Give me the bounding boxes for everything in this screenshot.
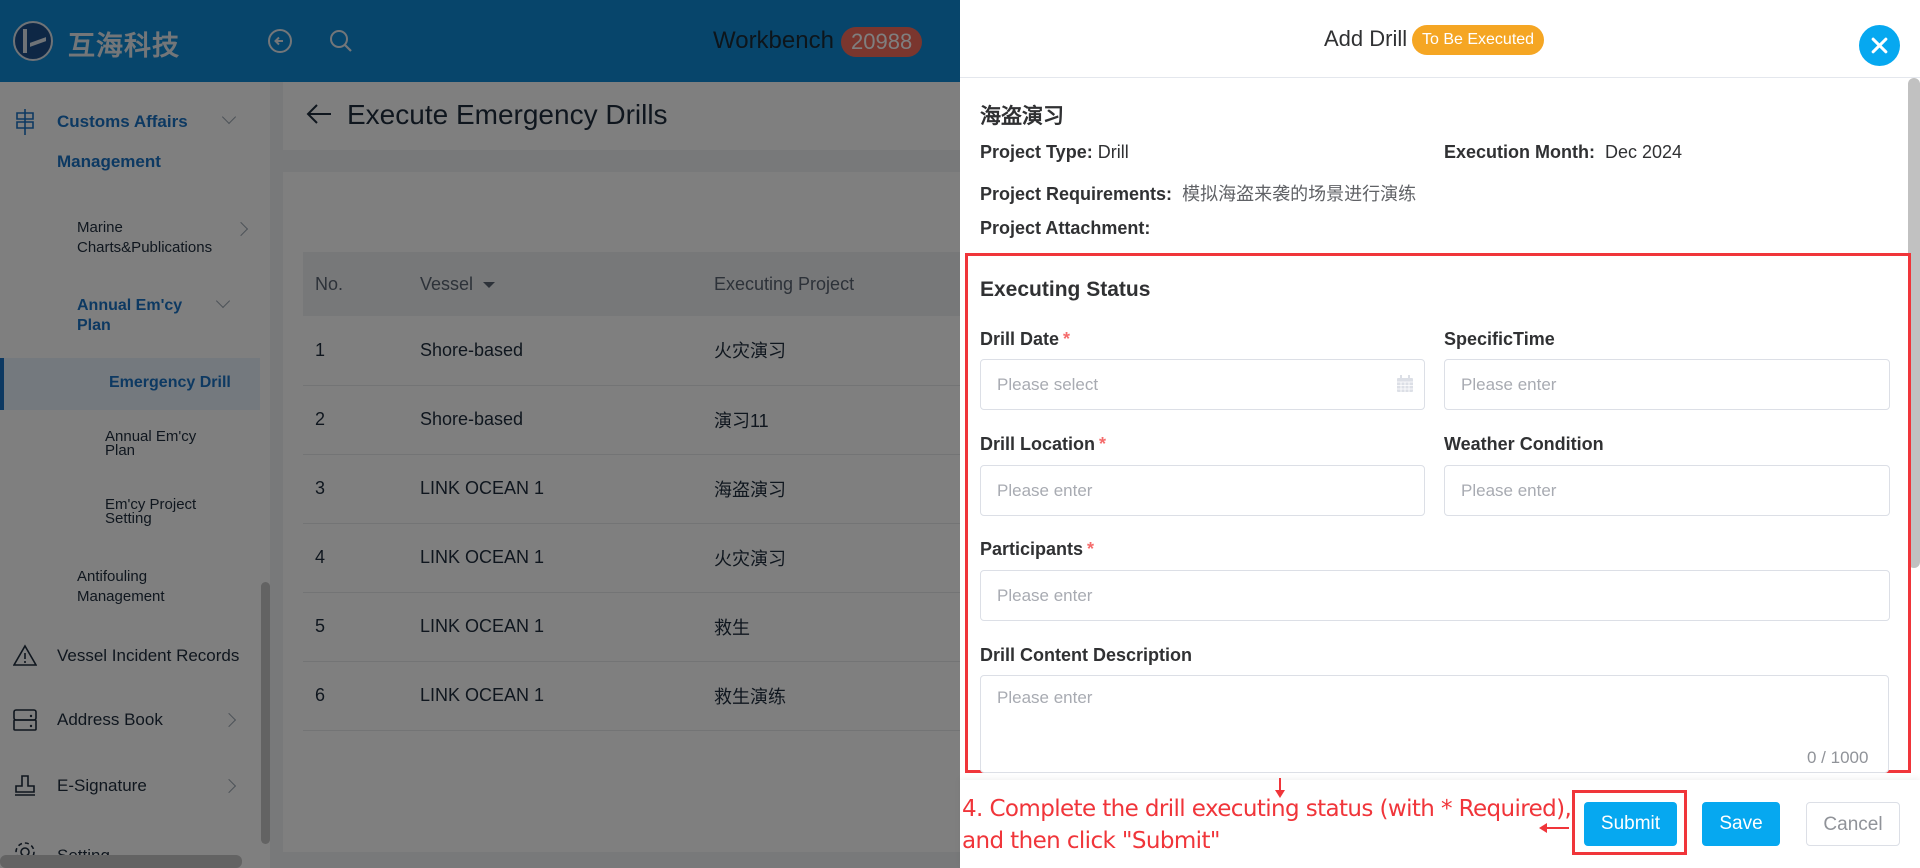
project-attachment: Project Attachment:: [980, 218, 1150, 239]
requirements-label: Project Requirements:: [980, 184, 1173, 204]
drill-location-input[interactable]: [980, 465, 1425, 516]
annotation-text: 4. Complete the drill executing status (…: [962, 793, 1572, 857]
annotation-arrow-down: [1275, 778, 1285, 798]
required-marker: *: [1063, 329, 1071, 349]
drawer-title: Add Drill: [1324, 26, 1408, 51]
annotation-arrow-left: [1539, 823, 1569, 833]
drawer-header: Add Drill To Be Executed: [960, 0, 1920, 78]
required-marker: *: [1087, 539, 1095, 559]
specific-time-label: SpecificTime: [1444, 329, 1555, 349]
field-label: Drill Location: [980, 434, 1096, 454]
save-button[interactable]: Save: [1702, 802, 1780, 846]
character-count: 0 / 1000: [1807, 748, 1869, 767]
drill-location-label: Drill Location *: [980, 434, 1106, 455]
weather-condition-label: Weather Condition: [1444, 434, 1604, 454]
section-title-executing-status: Executing Status: [980, 278, 1151, 301]
project-type: Project Type: Drill: [980, 142, 1129, 163]
calendar-icon[interactable]: [1396, 375, 1414, 393]
drill-date-label: Drill Date *: [980, 329, 1070, 350]
app-root: 互海科技 Workbench 20988 Customs Affairs Man…: [0, 0, 1920, 868]
drill-content-description-label: Drill Content Description: [980, 645, 1193, 665]
weather-condition-input[interactable]: [1444, 465, 1890, 516]
participants-input[interactable]: [980, 570, 1890, 621]
execution-month-value: Dec 2024: [1605, 142, 1683, 162]
drill-content-description-textarea[interactable]: [980, 675, 1889, 773]
specific-time-input[interactable]: [1444, 359, 1890, 410]
execution-month: Execution Month: Dec 2024: [1444, 142, 1682, 163]
annotation-line-1: 4. Complete the drill executing status (…: [962, 796, 1572, 822]
add-drill-drawer: Add Drill To Be Executed 海盗演习 Project Ty…: [960, 0, 1920, 868]
project-type-value: Drill: [1097, 142, 1129, 162]
drill-date-picker[interactable]: [980, 359, 1425, 410]
participants-label: Participants *: [980, 539, 1094, 560]
annotation-line-2: and then click "Submit": [962, 828, 1220, 854]
project-name: 海盗演习: [980, 105, 1064, 128]
project-requirements: Project Requirements: 模拟海盗来袭的场景进行演练: [980, 180, 1416, 206]
attachment-label: Project Attachment:: [980, 218, 1151, 238]
close-icon[interactable]: [1859, 25, 1900, 66]
cancel-button[interactable]: Cancel: [1806, 802, 1900, 846]
field-label: Participants: [980, 539, 1084, 559]
requirements-value: 模拟海盗来袭的场景进行演练: [1182, 184, 1417, 204]
project-type-label: Project Type:: [980, 142, 1093, 162]
field-label: Drill Date: [980, 329, 1060, 349]
submit-button[interactable]: Submit: [1584, 802, 1677, 846]
execution-month-label: Execution Month:: [1444, 142, 1595, 162]
status-badge: To Be Executed: [1412, 25, 1545, 55]
required-marker: *: [1099, 434, 1107, 454]
